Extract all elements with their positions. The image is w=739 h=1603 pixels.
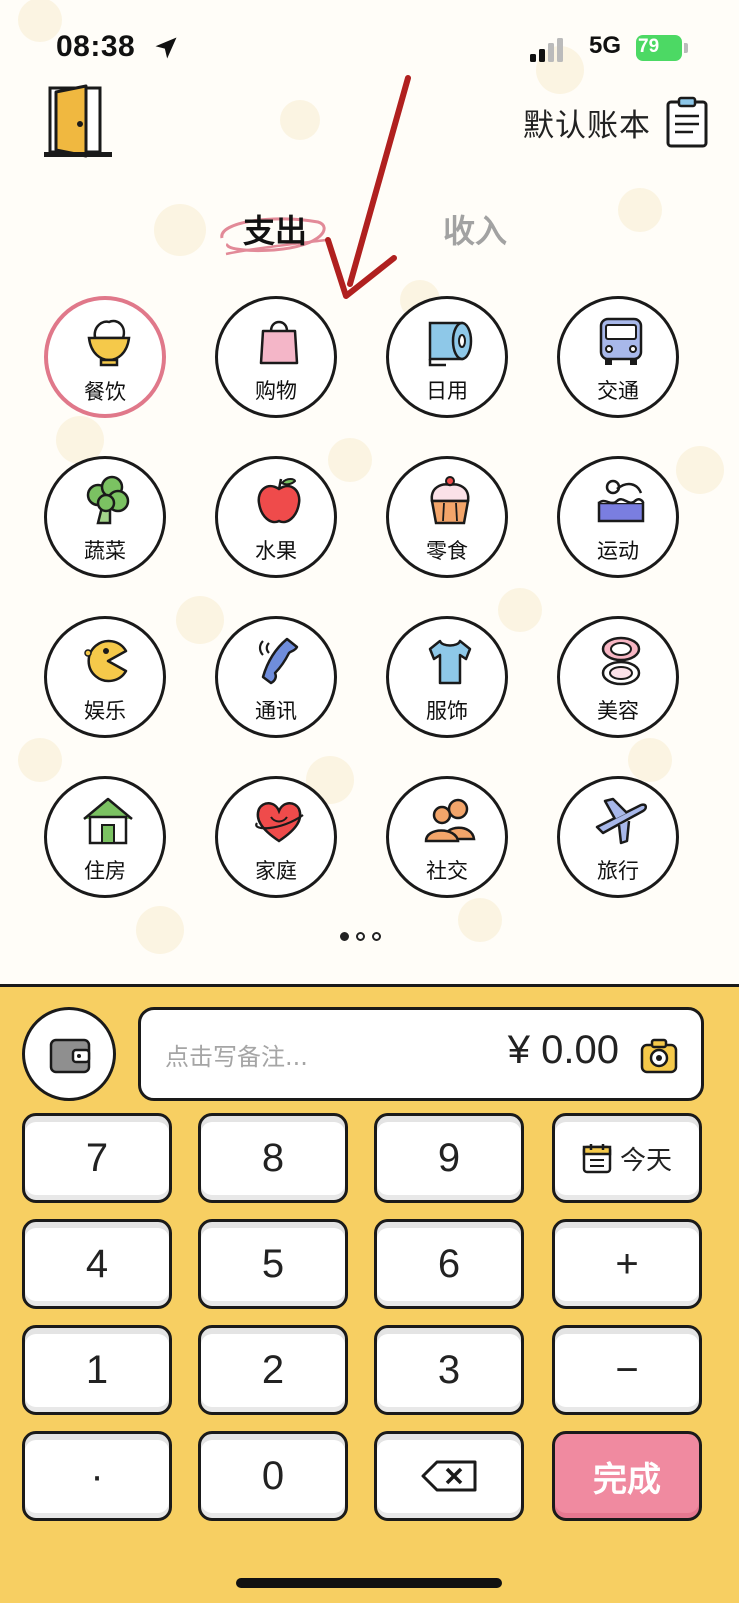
category-label: 社交 — [426, 859, 468, 883]
category-transport[interactable]: 交通 — [557, 296, 679, 418]
location-arrow-icon — [155, 37, 177, 59]
backspace-icon — [421, 1460, 477, 1492]
broccoli-icon — [86, 475, 130, 525]
category-label: 住房 — [84, 859, 126, 883]
airplane-icon — [595, 797, 647, 845]
category-label: 购物 — [255, 379, 297, 403]
category-housing[interactable]: 住房 — [44, 776, 166, 898]
category-beauty[interactable]: 美容 — [557, 616, 679, 738]
cupcake-icon — [430, 476, 470, 525]
camera-icon[interactable] — [639, 1036, 679, 1076]
people-icon — [424, 798, 476, 843]
category-snacks[interactable]: 零食 — [386, 456, 508, 578]
category-shopping[interactable]: 购物 — [215, 296, 337, 418]
exit-door-icon[interactable] — [42, 82, 116, 160]
tshirt-icon — [428, 639, 472, 685]
compact-mirror-icon — [601, 636, 641, 686]
battery-level: 79 — [638, 36, 660, 57]
category-fruit[interactable]: 水果 — [215, 456, 337, 578]
category-label: 通讯 — [255, 699, 297, 723]
tissue-roll-icon — [428, 321, 473, 367]
page-dot[interactable] — [372, 932, 381, 941]
category-label: 零食 — [426, 539, 468, 563]
date-button[interactable]: 今天 — [552, 1113, 702, 1203]
key-7[interactable]: 7 — [22, 1113, 172, 1203]
bus-icon — [599, 317, 643, 365]
swimming-icon — [597, 479, 645, 523]
page-dot[interactable] — [356, 932, 365, 941]
category-telecom[interactable]: 通讯 — [215, 616, 337, 738]
key-3[interactable]: 3 — [374, 1325, 524, 1415]
category-label: 蔬菜 — [84, 539, 126, 563]
ledger-selector[interactable]: 默认账本 — [523, 96, 709, 148]
amount-display: ¥ 0.00 — [507, 1028, 619, 1072]
category-label: 家庭 — [255, 859, 297, 883]
house-icon — [83, 797, 133, 845]
category-family[interactable]: 家庭 — [215, 776, 337, 898]
key-9[interactable]: 9 — [374, 1113, 524, 1203]
signal-bars-icon — [530, 38, 563, 62]
done-button[interactable]: 完成 — [552, 1431, 702, 1521]
key-decimal[interactable]: · — [22, 1431, 172, 1521]
pacman-icon — [84, 639, 128, 683]
category-label: 运动 — [597, 539, 639, 563]
status-time: 08:38 — [56, 30, 136, 63]
clipboard-icon — [666, 96, 708, 148]
category-clothing[interactable]: 服饰 — [386, 616, 508, 738]
shopping-bag-icon — [259, 320, 299, 365]
key-5[interactable]: 5 — [198, 1219, 348, 1309]
key-4[interactable]: 4 — [22, 1219, 172, 1309]
category-food[interactable]: 餐饮 — [44, 296, 166, 418]
phone-icon — [258, 637, 299, 685]
note-amount-box: ¥ 0.00 — [138, 1007, 704, 1101]
category-vegetables[interactable]: 蔬菜 — [44, 456, 166, 578]
key-8[interactable]: 8 — [198, 1113, 348, 1203]
category-label: 水果 — [255, 539, 297, 563]
tab-expense[interactable]: 支出 — [243, 206, 307, 252]
key-plus[interactable]: + — [552, 1219, 702, 1309]
category-entertainment[interactable]: 娱乐 — [44, 616, 166, 738]
category-travel[interactable]: 旅行 — [557, 776, 679, 898]
category-label: 交通 — [597, 379, 639, 403]
category-label: 旅行 — [597, 859, 639, 883]
category-social[interactable]: 社交 — [386, 776, 508, 898]
heart-icon — [255, 802, 304, 843]
wallet-icon — [49, 1038, 91, 1074]
category-label: 日用 — [426, 379, 468, 403]
page-dot[interactable] — [340, 932, 349, 941]
page-indicator — [340, 932, 381, 941]
category-daily[interactable]: 日用 — [386, 296, 508, 418]
key-minus[interactable]: − — [552, 1325, 702, 1415]
battery-indicator: 79 — [636, 35, 688, 61]
key-backspace[interactable] — [374, 1431, 524, 1521]
category-label: 娱乐 — [84, 699, 126, 723]
category-sports[interactable]: 运动 — [557, 456, 679, 578]
account-button[interactable] — [22, 1007, 116, 1101]
home-indicator — [236, 1578, 502, 1588]
tab-income[interactable]: 收入 — [443, 206, 507, 252]
date-label: 今天 — [619, 1145, 672, 1176]
calendar-icon — [582, 1144, 612, 1174]
rice-bowl-icon — [87, 319, 131, 367]
category-label: 服饰 — [426, 699, 468, 723]
network-type: 5G — [589, 32, 622, 59]
key-6[interactable]: 6 — [374, 1219, 524, 1309]
key-0[interactable]: 0 — [198, 1431, 348, 1521]
apple-icon — [257, 478, 301, 524]
ledger-title: 默认账本 — [523, 107, 651, 144]
key-2[interactable]: 2 — [198, 1325, 348, 1415]
key-1[interactable]: 1 — [22, 1325, 172, 1415]
category-label: 美容 — [597, 699, 639, 723]
annotation-arrow — [325, 75, 411, 299]
category-label: 餐饮 — [84, 380, 126, 404]
entry-keyboard: ¥ 0.00 7 8 9 今天 4 5 6 + 1 2 3 − · 0 — [0, 984, 739, 1603]
note-input[interactable] — [163, 1038, 467, 1076]
